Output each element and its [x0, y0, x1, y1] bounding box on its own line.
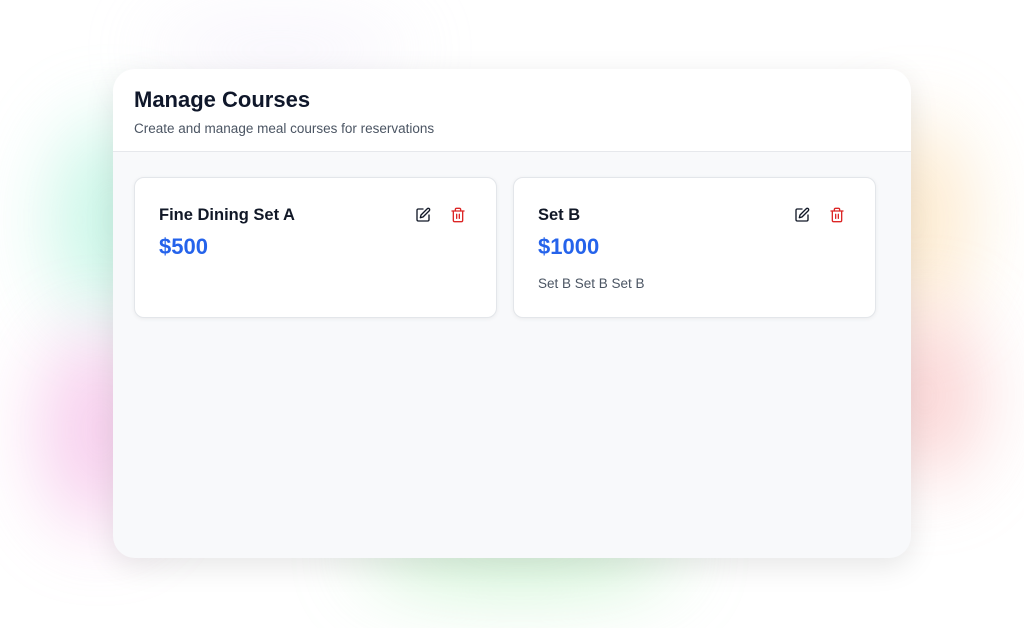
- edit-icon: [795, 207, 810, 222]
- course-price: $500: [159, 234, 208, 259]
- delete-course-button[interactable]: [828, 206, 846, 224]
- panel-header: Manage Courses Create and manage meal co…: [113, 69, 911, 152]
- edit-icon: [416, 207, 431, 222]
- edit-course-button[interactable]: [414, 206, 432, 224]
- course-card: Fine Dining Set A $500: [134, 177, 497, 318]
- page-subtitle: Create and manage meal courses for reser…: [134, 121, 435, 136]
- page-title: Manage Courses: [134, 87, 311, 112]
- course-description: Set B Set B Set B: [538, 276, 645, 291]
- edit-course-button[interactable]: [793, 206, 811, 224]
- course-actions: [414, 206, 467, 224]
- trash-icon: [451, 207, 465, 223]
- course-price: $1000: [538, 234, 600, 259]
- course-card: Set B $1000 Set B Set B Set B: [513, 177, 876, 318]
- trash-icon: [830, 207, 844, 223]
- course-actions: [793, 206, 846, 224]
- manage-courses-panel: Manage Courses Create and manage meal co…: [113, 69, 911, 558]
- delete-course-button[interactable]: [449, 206, 467, 224]
- course-list: Fine Dining Set A $500 Set B $1000 Set B…: [134, 177, 876, 318]
- page-background: Manage Courses Create and manage meal co…: [0, 0, 1024, 628]
